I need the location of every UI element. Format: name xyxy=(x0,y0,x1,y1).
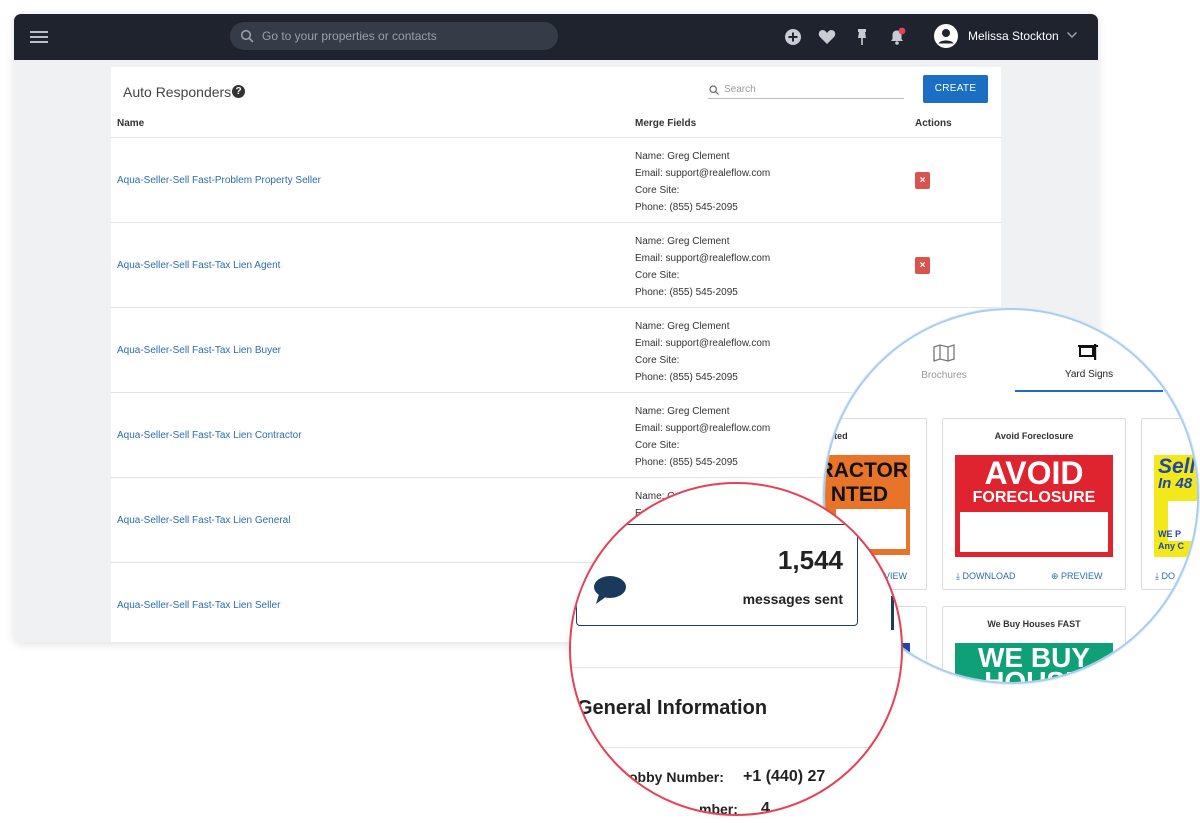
download-label: DOWNLOAD xyxy=(962,571,1016,581)
merge-field-line: Core Site: xyxy=(635,355,680,366)
divider xyxy=(571,667,901,668)
global-search-placeholder: Go to your properties or contacts xyxy=(262,29,437,43)
yard-sign-card: Sell In 48 WE P Any C ⤓ DO xyxy=(1141,418,1197,590)
top-navbar: Go to your properties or contacts Meliss… xyxy=(14,14,1098,60)
search-icon xyxy=(709,85,719,95)
responder-name-link[interactable]: Aqua-Seller-Sell Fast-Tax Lien General xyxy=(117,515,290,526)
sign-text: WE P xyxy=(1158,529,1182,539)
merge-field-line: Email: support@realeflow.com xyxy=(635,338,771,349)
yard-sign-card: We Buy Houses FAST WE BUY HOUSE xyxy=(942,606,1126,684)
global-search-input[interactable]: Go to your properties or contacts xyxy=(230,22,558,50)
chat-bubble-icon xyxy=(594,576,626,604)
tab-brochures-label: Brochures xyxy=(921,370,967,381)
sign-text: RACTOR xyxy=(823,459,908,482)
column-header-merge-fields: Merge Fields xyxy=(635,118,697,129)
merge-fields: Name: Greg Clement Email: support@realefl… xyxy=(635,318,770,386)
responder-name-link[interactable]: Aqua-Seller-Sell Fast-Tax Lien Seller xyxy=(117,600,280,611)
merge-field-line: Name: Greg Clement xyxy=(635,406,730,417)
second-field-label: mber: xyxy=(699,801,738,816)
responder-name-link[interactable]: Aqua-Seller-Sell Fast-Tax Lien Contracto… xyxy=(117,430,302,441)
merge-field-line: Core Site: xyxy=(635,270,680,281)
merge-field-line: Phone: (855) 545-2095 xyxy=(635,202,738,213)
lobby-number-label: obby Number: xyxy=(629,769,724,785)
responder-name-link[interactable]: Aqua-Seller-Sell Fast-Problem Property S… xyxy=(117,175,321,186)
sign-image: AVOID FORECLOSURE xyxy=(955,455,1113,557)
pin-icon[interactable] xyxy=(852,27,872,47)
merge-field-line: Core Site: xyxy=(635,440,680,451)
card-title: Avoid Foreclosure xyxy=(994,431,1074,441)
bell-icon[interactable] xyxy=(887,27,907,47)
merge-field-line: Email: support@realeflow.com xyxy=(635,423,771,434)
tab-yard-signs[interactable]: Yard Signs xyxy=(1015,340,1163,392)
card-title: or Wanted xyxy=(823,431,848,441)
sign-text: Any C xyxy=(1158,541,1185,551)
sign-image: Sell In 48 WE P Any C xyxy=(1154,455,1197,557)
plus-circle-icon[interactable] xyxy=(783,27,803,47)
responder-name-link[interactable]: Aqua-Seller-Sell Fast-Tax Lien Buyer xyxy=(117,345,281,356)
help-icon[interactable]: ? xyxy=(232,85,245,98)
merge-fields: Name: Greg Clement Email: support@realefl… xyxy=(635,148,770,216)
map-icon xyxy=(933,344,955,362)
border-sliver xyxy=(891,596,894,630)
table-row: Aqua-Seller-Sell Fast-Problem Property S… xyxy=(111,137,1001,222)
download-link[interactable]: ⤓ DO xyxy=(1155,571,1175,582)
search-input[interactable]: Search xyxy=(708,83,904,99)
preview-label: PREVIEW xyxy=(1061,571,1103,581)
heart-icon[interactable] xyxy=(817,27,837,47)
merge-field-line: Phone: (855) 545-2095 xyxy=(635,372,738,383)
divider xyxy=(571,747,901,748)
merge-field-line: Email: support@realeflow.com xyxy=(635,253,771,264)
chevron-down-icon[interactable] xyxy=(1066,31,1078,39)
hamburger-icon[interactable] xyxy=(30,29,48,45)
section-title: General Information xyxy=(577,697,768,719)
merge-field-line: Name: Greg Clement xyxy=(635,321,730,332)
merge-field-line: Email: support@realeflow.com xyxy=(635,168,771,179)
user-name[interactable]: Melissa Stockton xyxy=(968,29,1059,43)
responder-name-link[interactable]: Aqua-Seller-Sell Fast-Tax Lien Agent xyxy=(117,260,280,271)
delete-button[interactable]: × xyxy=(915,172,930,189)
merge-fields: Name: Greg Clement Email: support@realefl… xyxy=(635,403,770,471)
sign-text: AVOID xyxy=(984,455,1084,491)
merge-field-line: Name: Greg Clement xyxy=(635,151,730,162)
merge-field-line: Name: Greg Clement xyxy=(635,236,730,247)
second-field-value: 4 xyxy=(761,800,770,816)
merge-fields: Name: Greg Clement Email: support@realefl… xyxy=(635,233,770,301)
column-header-actions: Actions xyxy=(915,118,952,129)
messages-count: 1,544 xyxy=(777,545,843,575)
avatar[interactable] xyxy=(934,24,958,48)
tab-yard-signs-label: Yard Signs xyxy=(1064,369,1114,380)
download-link[interactable]: ⤓ DOWNLOAD xyxy=(956,571,1016,582)
card-title: We Buy Houses FAST xyxy=(987,619,1081,629)
merge-field-line: Phone: (855) 545-2095 xyxy=(635,287,738,298)
page-title: Auto Responders xyxy=(123,84,232,100)
yard-sign-card: Avoid Foreclosure AVOID FORECLOSURE ⤓ DO… xyxy=(942,418,1126,590)
yard-sign-icon xyxy=(1078,344,1098,360)
sign-text: HOUSE xyxy=(984,666,1084,684)
search-placeholder: Search xyxy=(724,84,756,95)
merge-field-line: Core Site: xyxy=(635,185,680,196)
sign-text: FORECLOSURE xyxy=(972,489,1096,506)
create-button[interactable]: CREATE xyxy=(923,75,988,103)
download-label: DO xyxy=(1161,571,1175,581)
sign-text: In 48 xyxy=(1158,475,1193,492)
search-icon xyxy=(240,29,254,43)
table-row: Aqua-Seller-Sell Fast-Tax Lien Agent Name… xyxy=(111,222,1001,307)
merge-field-line: Phone: (855) 545-2095 xyxy=(635,457,738,468)
sign-image: WE BUY HOUSE xyxy=(955,643,1113,684)
tab-brochures[interactable]: Brochures xyxy=(889,340,999,390)
delete-button[interactable]: × xyxy=(915,257,930,274)
stats-magnified-view: 1,544 messages sent General Information … xyxy=(569,482,903,816)
preview-link[interactable]: ⊕ PREVIEW xyxy=(1051,571,1103,582)
lobby-number-value: +1 (440) 27 xyxy=(743,768,826,785)
messages-sent-card: 1,544 messages sent xyxy=(576,524,858,626)
column-header-name: Name xyxy=(117,118,145,129)
messages-label: messages sent xyxy=(742,591,843,607)
sign-text: NTED xyxy=(830,483,888,506)
